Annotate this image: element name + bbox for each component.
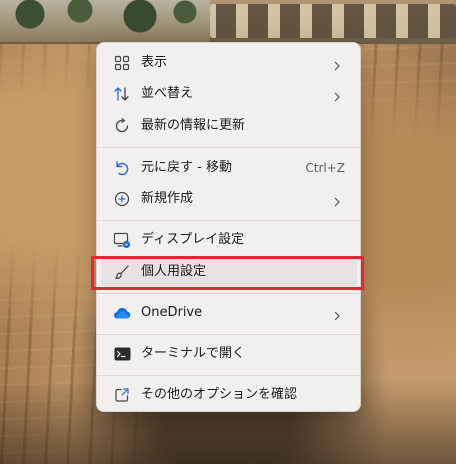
menu-item-open-terminal[interactable]: ターミナルで開く [101,339,357,369]
undo-icon [113,159,131,177]
chevron-right-icon [331,307,343,321]
menu-separator [97,220,360,221]
menu-item-new[interactable]: 新規作成 [101,184,357,214]
refresh-icon [113,117,131,135]
menu-item-more-options[interactable]: その他のオプションを確認 [101,380,357,410]
cloud-icon [113,304,131,322]
menu-item-display-settings-label: ディスプレイ設定 [141,232,245,247]
menu-item-refresh[interactable]: 最新の情報に更新 [101,111,357,141]
menu-item-onedrive-label: OneDrive [141,305,203,320]
undo-shortcut: Ctrl+Z [305,161,345,175]
menu-item-more-options-label: その他のオプションを確認 [141,387,298,402]
menu-item-display-settings[interactable]: ディスプレイ設定 [101,225,357,255]
menu-item-open-terminal-label: ターミナルで開く [141,346,246,361]
plus-circle-icon [113,190,131,208]
chevron-right-icon [331,193,343,207]
sort-arrows-icon [113,85,131,103]
menu-item-sort-label: 並べ替え [141,86,194,101]
menu-item-undo[interactable]: 元に戻す - 移動 Ctrl+Z [101,153,357,183]
menu-item-undo-label: 元に戻す - 移動 [141,160,232,175]
menu-item-new-label: 新規作成 [141,191,194,206]
external-open-icon [113,386,131,404]
menu-item-view[interactable]: 表示 [101,48,357,78]
menu-separator [97,147,360,148]
menu-item-refresh-label: 最新の情報に更新 [141,118,246,133]
wallpaper-arcade-building [210,4,456,38]
wallpaper-trees [0,0,210,42]
chevron-right-icon [331,57,343,71]
chevron-right-icon [331,88,343,102]
menu-item-sort[interactable]: 並べ替え [101,79,357,109]
grid-icon [113,54,131,72]
menu-separator [97,334,360,335]
menu-item-onedrive[interactable]: OneDrive [101,298,357,328]
menu-item-view-label: 表示 [141,55,168,70]
menu-separator [97,293,360,294]
display-settings-icon [113,231,131,249]
highlight-annotation-box [91,256,364,290]
terminal-icon [113,345,131,363]
desktop-context-menu: 表示 並べ替え 最新の情報に更新 元に戻す - 移動 Ctrl+Z 新規作成 デ… [96,42,361,412]
menu-separator [97,375,360,376]
